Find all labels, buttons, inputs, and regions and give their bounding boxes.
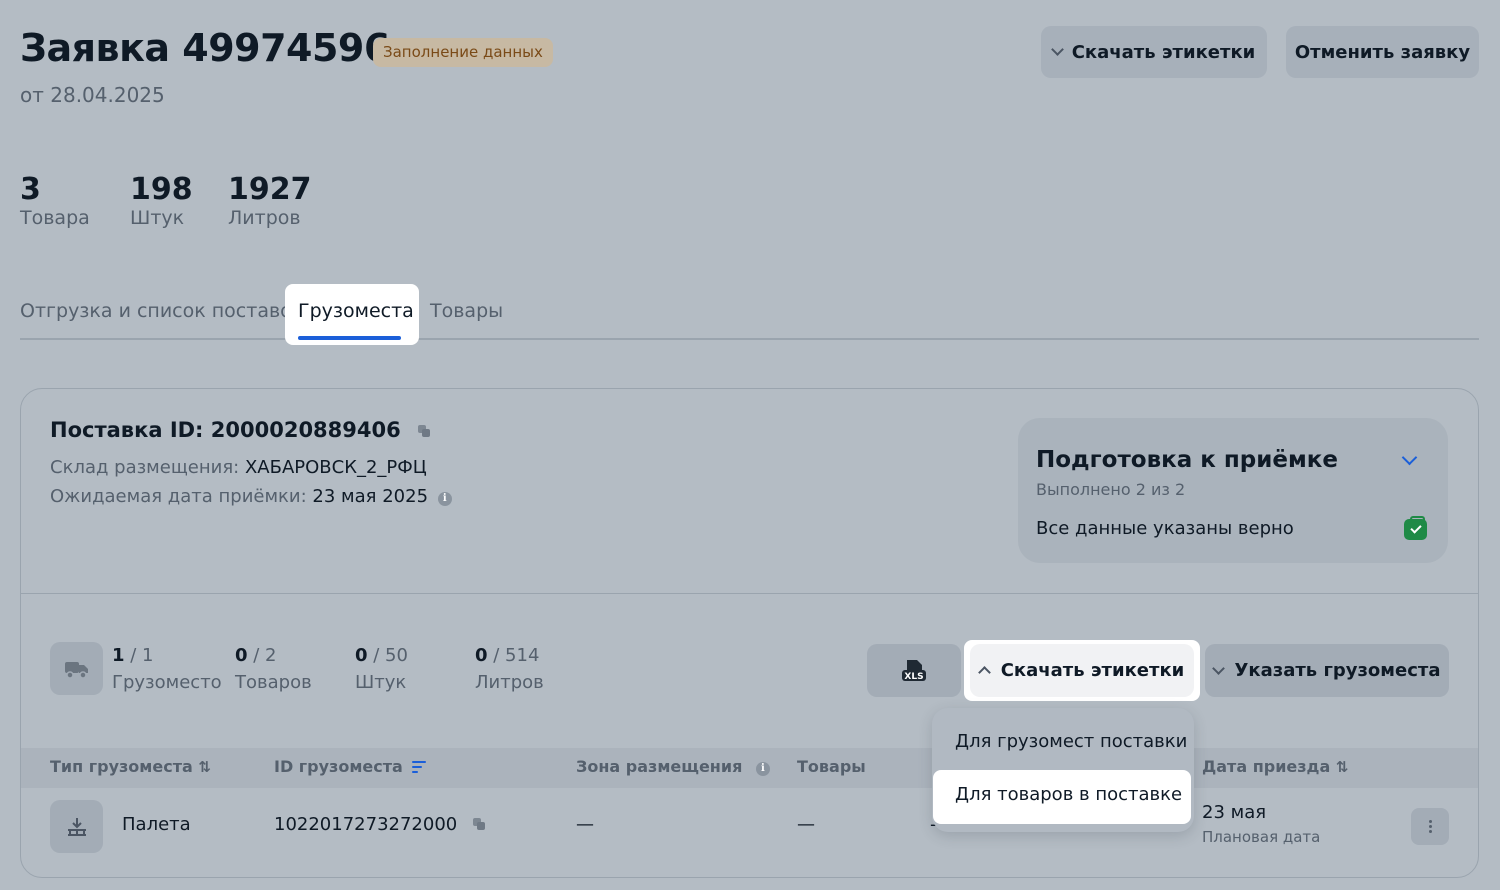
summary-label: Товаров xyxy=(235,672,312,693)
specify-cargo-label: Указать грузоместа xyxy=(1234,660,1441,681)
copy-icon[interactable] xyxy=(418,425,431,437)
pallet-icon xyxy=(50,800,103,853)
stat-goods: 3 Товара xyxy=(20,172,90,229)
warehouse-info: Склад размещения: ХАБАРОВСК_2_РФЦ xyxy=(50,457,427,478)
prep-title: Подготовка к приёмке xyxy=(1036,447,1338,473)
stat-label: Литров xyxy=(228,207,301,229)
stat-liters: 1927 Литров xyxy=(228,172,312,229)
tab-shipment-list[interactable]: Отгрузка и список поставок xyxy=(20,300,303,322)
stat-label: Товара xyxy=(20,207,90,229)
summary-done: 1 xyxy=(112,645,125,666)
tabs-divider xyxy=(20,338,1479,340)
tab-cargo[interactable]: Грузоместа xyxy=(298,300,414,322)
check-icon xyxy=(1404,516,1427,540)
xls-export-button[interactable]: XLS xyxy=(867,644,961,697)
stat-value: 198 xyxy=(130,172,193,207)
expected-date-value: 23 мая 2025 xyxy=(312,486,429,507)
summary-cargo: 1 / 1 Грузоместо xyxy=(112,645,222,693)
summary-label: Литров xyxy=(475,672,544,693)
cargo-goods: — xyxy=(797,814,815,835)
summary-liters: 0 / 514 Литров xyxy=(475,645,544,693)
stat-value: 1927 xyxy=(228,172,312,207)
column-header-label: Зона размещения xyxy=(576,757,743,776)
summary-total: / 514 xyxy=(493,645,540,666)
copy-icon[interactable] xyxy=(472,818,486,830)
column-header-label: Дата приезда xyxy=(1202,757,1331,776)
info-icon[interactable]: i xyxy=(437,492,452,506)
stat-value: 3 xyxy=(20,172,41,207)
stat-pieces: 198 Штук xyxy=(130,172,193,229)
chevron-down-icon xyxy=(1211,661,1225,675)
cancel-request-label: Отменить заявку xyxy=(1294,41,1471,63)
warehouse-value: ХАБАРОВСК_2_РФЦ xyxy=(244,457,427,478)
summary-pieces: 0 / 50 Штук xyxy=(355,645,408,693)
download-labels-button[interactable]: Скачать этикетки xyxy=(1041,26,1267,78)
cargo-type: Палета xyxy=(122,814,191,835)
summary-done: 0 xyxy=(355,645,368,666)
summary-total: / 1 xyxy=(130,645,154,666)
specify-cargo-button[interactable]: Указать грузоместа xyxy=(1205,644,1449,697)
xls-icon: XLS xyxy=(902,659,926,682)
cancel-request-button[interactable]: Отменить заявку xyxy=(1286,26,1479,78)
truck-icon xyxy=(50,642,103,695)
column-header-arrival[interactable]: Дата приезда ⇅ xyxy=(1202,757,1348,776)
cargo-zone: — xyxy=(576,814,594,835)
summary-label: Штук xyxy=(355,672,407,693)
arrival-date-value: 23 мая xyxy=(1202,802,1267,823)
sort-icon[interactable]: ⇅ xyxy=(1336,758,1349,776)
xls-icon-text: XLS xyxy=(904,672,923,682)
card-divider xyxy=(21,593,1478,594)
column-header-id[interactable]: ID грузоместа xyxy=(274,757,427,776)
info-icon[interactable]: i xyxy=(755,762,770,776)
expected-date-info: Ожидаемая дата приёмки: 23 мая 2025 i xyxy=(50,486,452,507)
summary-total: / 50 xyxy=(373,645,408,666)
download-labels-dropdown-button[interactable]: Скачать этикетки xyxy=(970,644,1194,697)
column-header-type[interactable]: Тип грузоместа ⇅ xyxy=(50,757,211,776)
summary-done: 0 xyxy=(235,645,248,666)
column-header-label: ID грузоместа xyxy=(274,757,403,776)
cargo-id-value: 1022017273272000 xyxy=(274,814,458,835)
row-more-button[interactable] xyxy=(1411,808,1449,845)
arrival-date-caption: Плановая дата xyxy=(1202,828,1321,846)
active-tab-underline xyxy=(298,336,401,340)
summary-label: Грузоместо xyxy=(112,672,222,693)
tab-goods[interactable]: Товары xyxy=(430,300,503,322)
supply-id-label: Поставка ID: 2000020889406 xyxy=(50,418,401,442)
sort-icon[interactable]: ⇅ xyxy=(198,758,211,776)
chevron-up-icon xyxy=(977,666,991,679)
column-header-label: Товары xyxy=(797,757,866,776)
summary-total: / 2 xyxy=(253,645,277,666)
menu-item-goods-labels[interactable]: Для товаров в поставке xyxy=(955,784,1182,805)
summary-goods: 0 / 2 Товаров xyxy=(235,645,312,693)
prep-progress: Выполнено 2 из 2 xyxy=(1036,480,1186,499)
chevron-down-icon xyxy=(1050,43,1064,56)
menu-item-cargo-labels[interactable]: Для грузомест поставки xyxy=(955,731,1187,752)
column-header-goods: Товары xyxy=(797,757,866,776)
arrival-date: 23 мая Плановая дата xyxy=(1202,802,1320,846)
prep-item-label: Все данные указаны верно xyxy=(1036,518,1294,539)
download-labels-label: Скачать этикетки xyxy=(1071,41,1256,63)
request-date: от 28.04.2025 xyxy=(20,83,165,107)
sort-active-icon[interactable] xyxy=(412,761,427,773)
download-labels-dropdown-label: Скачать этикетки xyxy=(1000,660,1185,681)
column-header-zone: Зона размещения i xyxy=(576,757,770,776)
status-badge: Заполнение данных xyxy=(373,38,553,67)
cargo-id: 1022017273272000 xyxy=(274,814,486,835)
warehouse-label: Склад размещения: xyxy=(50,457,240,478)
stat-label: Штук xyxy=(130,207,185,229)
page-title: Заявка 49974596 xyxy=(20,26,390,70)
summary-done: 0 xyxy=(475,645,488,666)
column-header-label: Тип грузоместа xyxy=(50,757,193,776)
expected-date-label: Ожидаемая дата приёмки: xyxy=(50,486,307,507)
supply-id: Поставка ID: 2000020889406 xyxy=(50,418,431,442)
